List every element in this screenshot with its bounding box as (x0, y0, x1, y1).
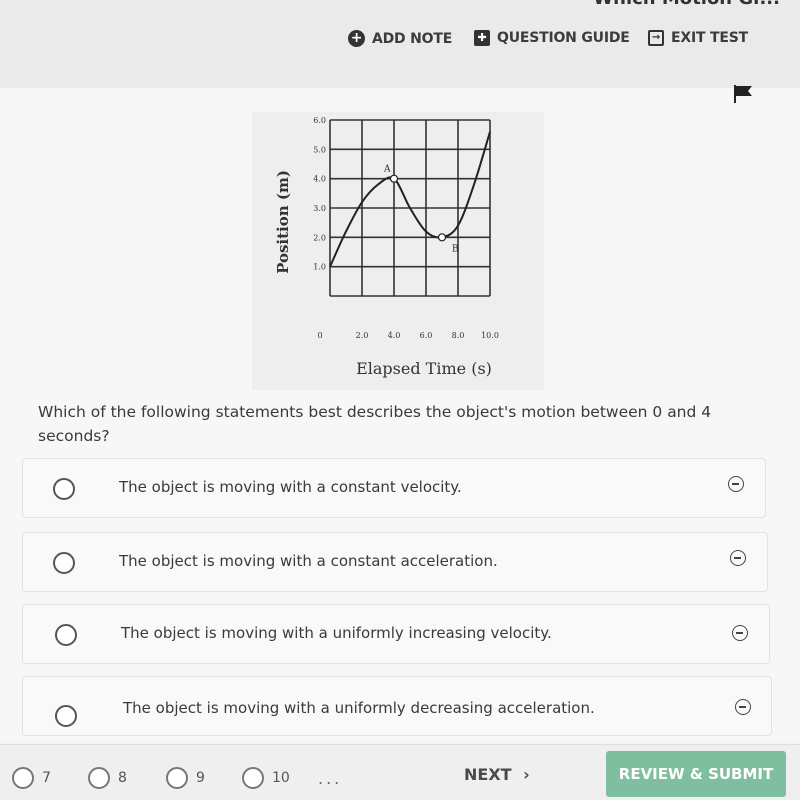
next-button[interactable]: NEXT › (464, 765, 530, 784)
y-tick-label: 2.0 (313, 233, 326, 242)
point-a (389, 174, 399, 183)
answer-option[interactable]: The object is moving with a constant acc… (22, 532, 768, 592)
y-tick-label: 4.0 (313, 175, 326, 184)
question-number: 9 (196, 770, 205, 786)
question-number: 7 (42, 770, 51, 786)
question-guide-label: QUESTION GUIDE (497, 30, 630, 46)
option-text: The object is moving with a uniformly de… (123, 699, 595, 717)
x-tick-label: 4.0 (388, 331, 401, 340)
x-tick-label: 10.0 (481, 331, 499, 340)
exit-icon: → (648, 30, 664, 46)
question-status-circle (88, 767, 110, 789)
question-nav-7[interactable]: 7 (12, 767, 51, 789)
position-curve (329, 131, 491, 268)
answer-option[interactable]: The object is moving with a constant vel… (22, 458, 766, 518)
question-number: 8 (118, 770, 127, 786)
exit-test-button[interactable]: → EXIT TEST (648, 30, 748, 46)
more-questions-ellipsis[interactable]: ... (318, 769, 342, 788)
radio-button[interactable] (53, 552, 75, 574)
x-tick-label: 8.0 (452, 331, 465, 340)
x-axis-label: Elapsed Time (s) (356, 359, 492, 378)
question-status-circle (166, 767, 188, 789)
question-number: 10 (272, 770, 290, 786)
chevron-right-icon: › (523, 765, 530, 784)
guide-icon: ✚ (474, 30, 490, 46)
test-title: Which Motion Gr... (593, 0, 780, 9)
answer-option[interactable]: The object is moving with a uniformly de… (22, 676, 772, 736)
eliminate-icon[interactable] (730, 550, 746, 566)
bottom-navigation: 7 8 9 10 ... NEXT › REVIEW & SUBMIT (0, 744, 800, 800)
y-tick-label: 5.0 (313, 145, 326, 154)
question-status-circle (12, 767, 34, 789)
radio-button[interactable] (55, 624, 77, 646)
option-text: The object is moving with a constant acc… (119, 552, 498, 570)
add-note-label: ADD NOTE (372, 30, 453, 47)
plus-icon: + (348, 30, 365, 47)
question-nav-8[interactable]: 8 (88, 767, 127, 789)
exit-test-label: EXIT TEST (671, 30, 748, 46)
question-nav-10[interactable]: 10 (242, 767, 290, 789)
y-axis-label: Position (m) (274, 170, 292, 274)
next-label: NEXT (464, 765, 512, 784)
review-submit-button[interactable]: REVIEW & SUBMIT (606, 751, 786, 797)
question-nav-9[interactable]: 9 (166, 767, 205, 789)
y-tick-label: 6.0 (313, 116, 326, 125)
y-tick-label: 1.0 (313, 263, 326, 272)
x-tick-label: 2.0 (356, 331, 369, 340)
option-text: The object is moving with a constant vel… (119, 478, 462, 496)
chart-svg: 1.0 2.0 3.0 4.0 5.0 6.0 0 2.0 4.0 6.0 8.0 10.0 A B P… (274, 116, 499, 378)
point-b (437, 233, 447, 242)
question-status-circle (242, 767, 264, 789)
option-text: The object is moving with a uniformly in… (121, 624, 552, 642)
eliminate-icon[interactable] (728, 476, 744, 492)
point-label: A (383, 165, 391, 175)
x-tick-label: 6.0 (420, 331, 433, 340)
radio-button[interactable] (55, 705, 77, 727)
radio-button[interactable] (53, 478, 75, 500)
answer-option[interactable]: The object is moving with a uniformly in… (22, 604, 770, 664)
top-toolbar: Which Motion Gr... + ADD NOTE ✚ QUESTION… (0, 0, 800, 88)
x-tick-label: 0 (317, 331, 322, 340)
question-text: Which of the following statements best d… (38, 403, 712, 445)
eliminate-icon[interactable] (732, 625, 748, 641)
eliminate-icon[interactable] (735, 699, 751, 715)
flag-icon[interactable] (733, 85, 753, 103)
position-time-graph: 1.0 2.0 3.0 4.0 5.0 6.0 0 2.0 4.0 6.0 8.0 10.0 A B P… (252, 112, 544, 390)
add-note-button[interactable]: + ADD NOTE (348, 30, 452, 47)
y-tick-label: 3.0 (313, 204, 326, 213)
question-guide-button[interactable]: ✚ QUESTION GUIDE (474, 30, 630, 46)
point-label: B (452, 244, 459, 254)
